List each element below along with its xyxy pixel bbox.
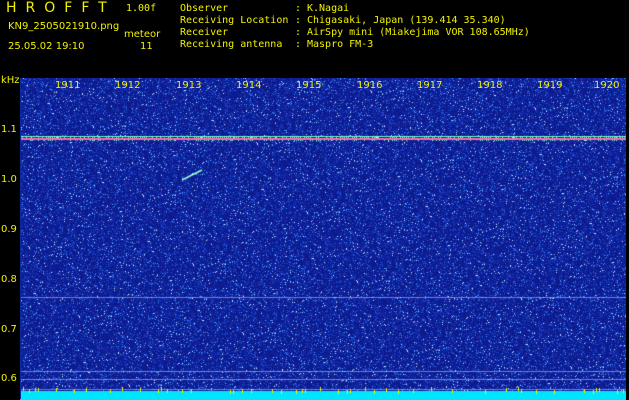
- meteor-label: meteor: [124, 29, 161, 40]
- info-key: Receiving Location: [180, 15, 289, 26]
- info-value: AirSpy mini (Miakejima VOR 108.65MHz): [307, 27, 530, 38]
- spectrogram-plot[interactable]: [20, 78, 626, 400]
- observation-datetime: 25.05.02 19:10: [8, 41, 85, 52]
- info-row-location: Receiving Location: Chigasaki, Japan (139…: [180, 15, 530, 27]
- x-tick-label: 1915: [296, 80, 322, 91]
- meteor-count: 11: [140, 41, 153, 52]
- file-name: KN9_2505021910.png: [8, 21, 120, 32]
- x-tick-label: 1916: [357, 80, 383, 91]
- info-value: K.Nagai: [307, 3, 350, 14]
- info-row-antenna: Receiving antenna: Maspro FM-3: [180, 39, 530, 51]
- y-tick-label: 0.6: [1, 373, 17, 384]
- x-tick-label: 1918: [477, 80, 503, 91]
- x-tick-label: 1920: [594, 80, 620, 91]
- y-tick-label: 0.7: [1, 324, 17, 335]
- info-separator: :: [295, 27, 302, 38]
- info-key: Receiving antenna: [180, 39, 283, 50]
- y-tick-label: 0.8: [1, 274, 17, 285]
- info-separator: :: [295, 39, 302, 50]
- spectrogram-canvas: [20, 78, 626, 400]
- info-separator: :: [295, 3, 302, 14]
- app-version: 1.00f: [126, 3, 157, 14]
- info-value: Maspro FM-3: [307, 39, 374, 50]
- x-tick-label: 1919: [537, 80, 563, 91]
- info-row-receiver: Receiver: AirSpy mini (Miakejima VOR 108.…: [180, 27, 530, 39]
- header-panel: HROFFT 1.00f KN9_2505021910.png meteor 2…: [0, 0, 629, 75]
- x-tick-label: 1917: [417, 80, 443, 91]
- x-tick-label: 1911: [55, 80, 81, 91]
- info-separator: :: [295, 15, 302, 26]
- info-value: Chigasaki, Japan (139.414 35.340): [307, 15, 506, 26]
- info-row-observer: Observer: K.Nagai: [180, 3, 530, 15]
- info-key: Receiver: [180, 27, 229, 38]
- y-axis-unit: kHz: [1, 75, 20, 86]
- y-tick-label: 1.0: [1, 174, 17, 185]
- y-tick-label: 0.9: [1, 224, 17, 235]
- info-key: Observer: [180, 3, 229, 14]
- x-tick-label: 1913: [176, 80, 202, 91]
- x-tick-label: 1914: [236, 80, 262, 91]
- app-title: HROFFT: [6, 0, 116, 16]
- observation-info: Observer: K.Nagai Receiving Location: Chig…: [180, 3, 530, 51]
- y-tick-label: 1.1: [1, 124, 17, 135]
- x-tick-label: 1912: [115, 80, 141, 91]
